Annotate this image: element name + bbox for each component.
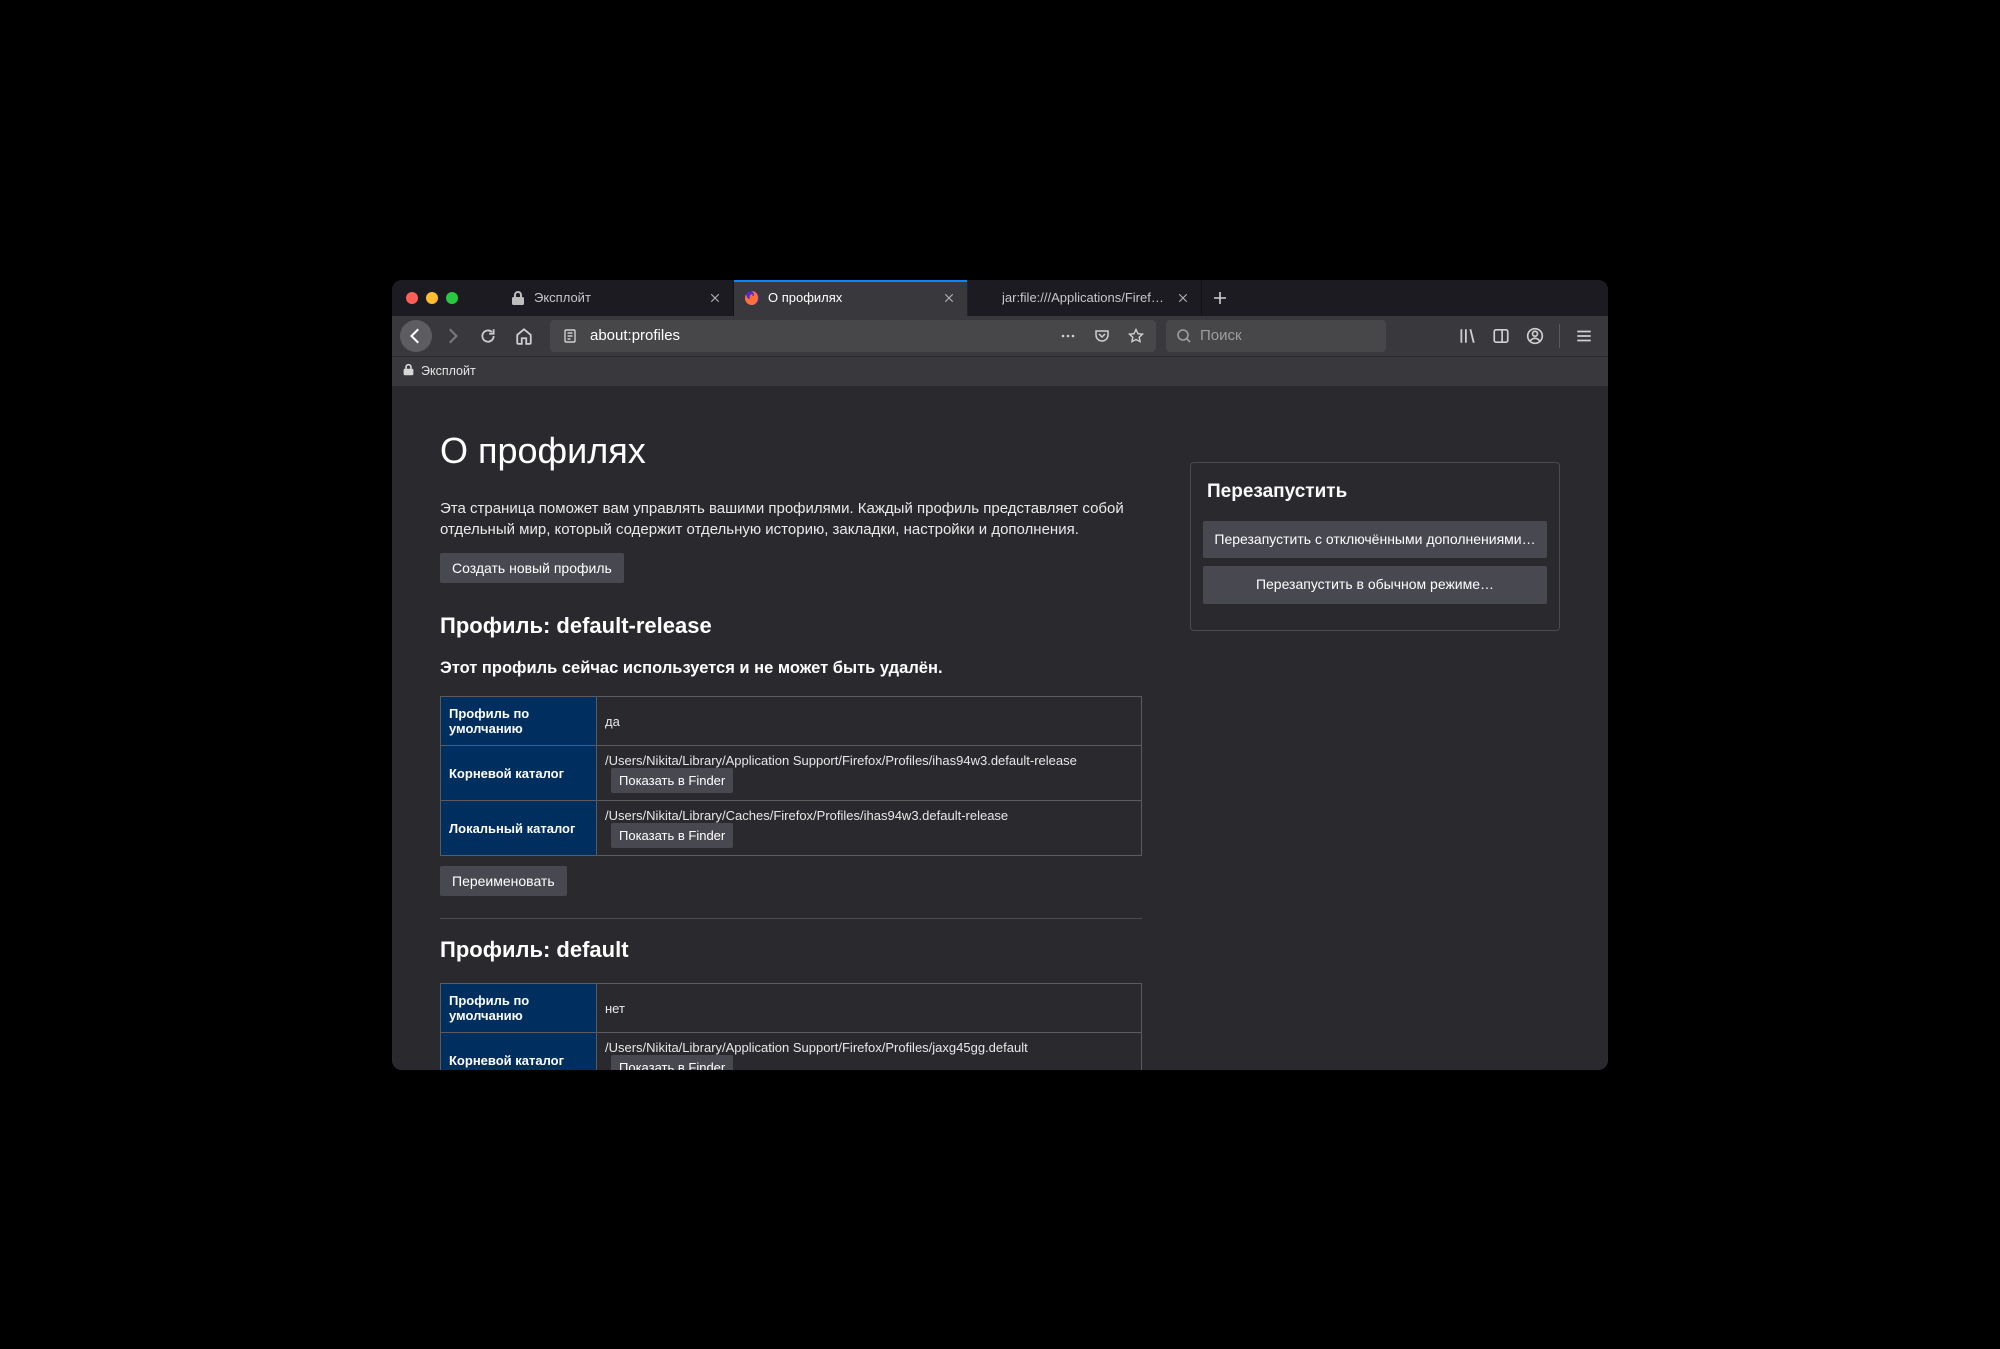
row-label: Локальный каталог xyxy=(441,801,597,856)
path-text: /Users/Nikita/Library/Caches/Firefox/Pro… xyxy=(605,808,1008,823)
maximize-window-button[interactable] xyxy=(446,292,458,304)
forward-button[interactable] xyxy=(436,320,468,352)
table-row: Профиль по умолчанию да xyxy=(441,697,1142,746)
minimize-window-button[interactable] xyxy=(426,292,438,304)
blank-favicon xyxy=(978,290,994,306)
create-profile-button[interactable]: Создать новый профиль xyxy=(440,553,624,583)
table-row: Корневой каталог /Users/Nikita/Library/A… xyxy=(441,1033,1142,1070)
lock-icon xyxy=(402,363,415,379)
restart-title: Перезапустить xyxy=(1203,481,1547,503)
profile-in-use-text: Этот профиль сейчас используется и не мо… xyxy=(440,659,1142,678)
row-label: Профиль по умолчанию xyxy=(441,697,597,746)
pocket-icon[interactable] xyxy=(1088,322,1116,350)
restart-box: Перезапустить Перезапустить с отключённы… xyxy=(1190,462,1560,631)
bookmark-item[interactable]: Эксплойт xyxy=(421,364,476,378)
separator xyxy=(440,918,1142,919)
page-content: О профилях Эта страница поможет вам упра… xyxy=(392,386,1608,1070)
restart-disabled-addons-button[interactable]: Перезапустить с отключёнными дополнениям… xyxy=(1203,521,1547,559)
page-title: О профилях xyxy=(440,430,1142,472)
row-value: /Users/Nikita/Library/Application Suppor… xyxy=(597,746,1142,801)
row-value: /Users/Nikita/Library/Application Suppor… xyxy=(597,1033,1142,1070)
back-button[interactable] xyxy=(400,320,432,352)
show-in-finder-button[interactable]: Показать в Finder xyxy=(611,768,733,793)
close-tab-icon[interactable] xyxy=(1175,290,1191,306)
tab-title: О профилях xyxy=(768,290,933,305)
profile-heading: Профиль: default-release xyxy=(440,613,1142,639)
close-tab-icon[interactable] xyxy=(707,290,723,306)
identity-icon[interactable] xyxy=(556,324,584,348)
profile-table: Профиль по умолчанию нет Корневой катало… xyxy=(440,983,1142,1070)
sidebar-icon[interactable] xyxy=(1485,320,1517,352)
tab-about-profiles[interactable]: О профилях xyxy=(734,280,968,316)
library-icon[interactable] xyxy=(1451,320,1483,352)
search-icon xyxy=(1176,328,1192,344)
lock-icon xyxy=(510,290,526,306)
close-window-button[interactable] xyxy=(406,292,418,304)
url-text: about:profiles xyxy=(590,327,1048,344)
search-placeholder: Поиск xyxy=(1200,327,1242,344)
firefox-icon xyxy=(744,290,760,306)
tab-bar: Эксплойт О профилях jar:file:///Applicat… xyxy=(392,280,1608,316)
main-column: О профилях Эта страница поможет вам упра… xyxy=(440,430,1142,1070)
row-value: /Users/Nikita/Library/Caches/Firefox/Pro… xyxy=(597,801,1142,856)
restart-normal-button[interactable]: Перезапустить в обычном режиме… xyxy=(1203,566,1547,604)
reload-button[interactable] xyxy=(472,320,504,352)
toolbar-divider xyxy=(1559,324,1560,348)
tab-exploit[interactable]: Эксплойт xyxy=(500,280,734,316)
row-label: Корневой каталог xyxy=(441,746,597,801)
path-text: /Users/Nikita/Library/Application Suppor… xyxy=(605,753,1077,768)
show-in-finder-button[interactable]: Показать в Finder xyxy=(611,823,733,848)
page-actions-icon[interactable] xyxy=(1054,322,1082,350)
close-tab-icon[interactable] xyxy=(941,290,957,306)
nav-toolbar: about:profiles Поиск xyxy=(392,316,1608,356)
side-column: Перезапустить Перезапустить с отключённы… xyxy=(1190,462,1560,631)
table-row: Локальный каталог /Users/Nikita/Library/… xyxy=(441,801,1142,856)
profile-table: Профиль по умолчанию да Корневой каталог… xyxy=(440,696,1142,856)
rename-button[interactable]: Переименовать xyxy=(440,866,567,896)
url-bar[interactable]: about:profiles xyxy=(550,320,1156,352)
tab-title: jar:file:///Applications/Firefox.app/C… xyxy=(1002,290,1167,305)
home-button[interactable] xyxy=(508,320,540,352)
table-row: Профиль по умолчанию нет xyxy=(441,984,1142,1033)
show-in-finder-button[interactable]: Показать в Finder xyxy=(611,1055,733,1070)
bookmarks-toolbar: Эксплойт xyxy=(392,356,1608,386)
path-text: /Users/Nikita/Library/Application Suppor… xyxy=(605,1040,1028,1055)
row-label: Корневой каталог xyxy=(441,1033,597,1070)
window-controls xyxy=(392,280,500,316)
search-bar[interactable]: Поиск xyxy=(1166,320,1386,352)
browser-window: Эксплойт О профилях jar:file:///Applicat… xyxy=(392,280,1608,1070)
account-icon[interactable] xyxy=(1519,320,1551,352)
table-row: Корневой каталог /Users/Nikita/Library/A… xyxy=(441,746,1142,801)
tab-jar-file[interactable]: jar:file:///Applications/Firefox.app/C… xyxy=(968,280,1202,316)
row-value: да xyxy=(597,697,1142,746)
hamburger-menu-icon[interactable] xyxy=(1568,320,1600,352)
profile-heading: Профиль: default xyxy=(440,937,1142,963)
row-value: нет xyxy=(597,984,1142,1033)
new-tab-button[interactable] xyxy=(1202,280,1238,316)
toolbar-right xyxy=(1451,320,1600,352)
bookmark-star-icon[interactable] xyxy=(1122,322,1150,350)
page-intro: Эта страница поможет вам управлять вашим… xyxy=(440,498,1142,542)
tab-title: Эксплойт xyxy=(534,290,699,305)
row-label: Профиль по умолчанию xyxy=(441,984,597,1033)
